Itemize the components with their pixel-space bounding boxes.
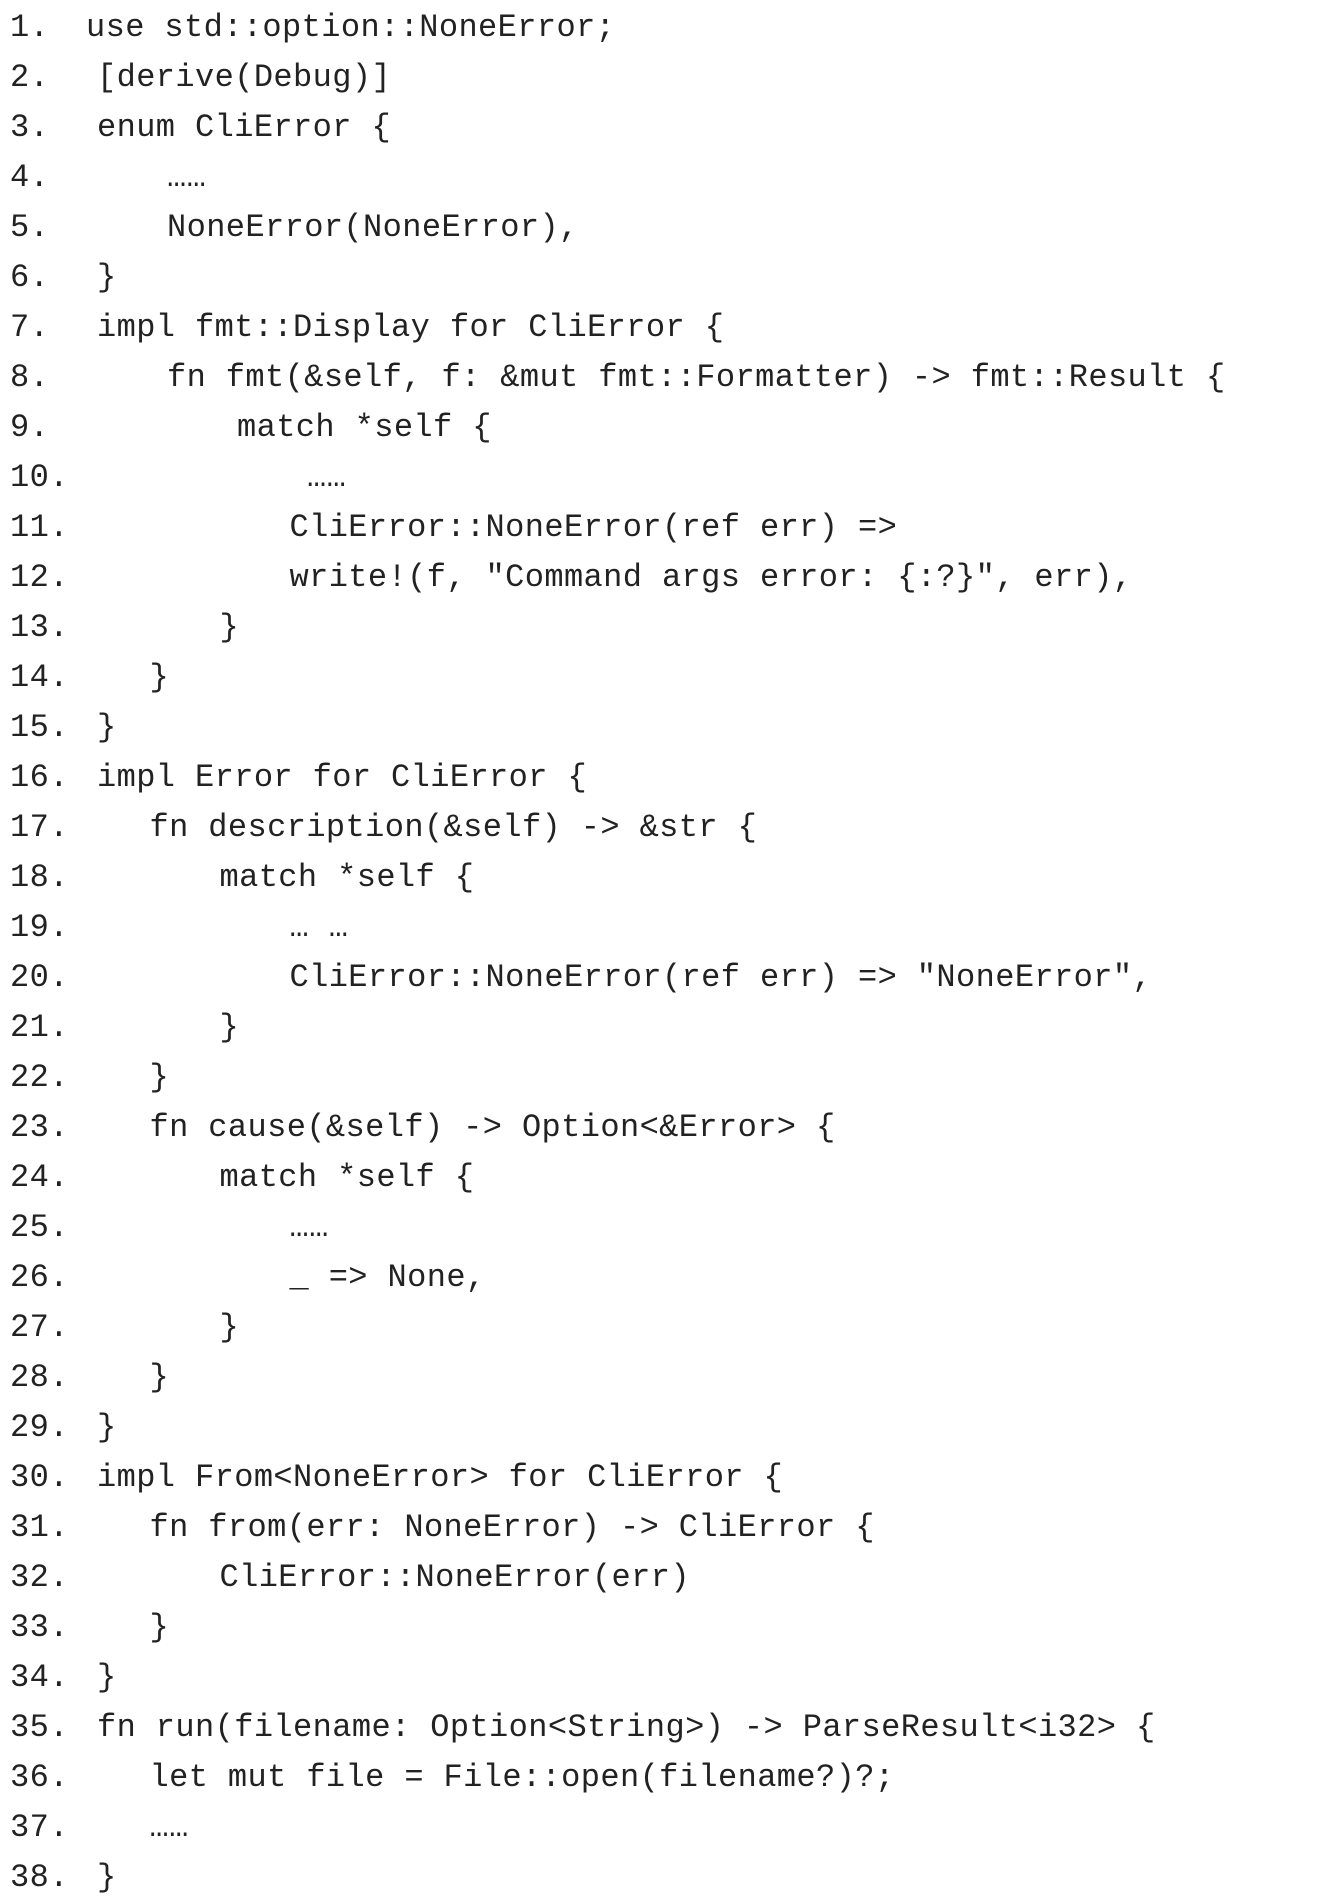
line-number: 12. xyxy=(10,559,69,596)
line-number: 24. xyxy=(10,1159,69,1196)
line-number: 25. xyxy=(10,1209,69,1246)
line-number: 16. xyxy=(10,759,69,796)
line-code: } xyxy=(97,709,117,746)
line-code: } xyxy=(219,609,240,646)
line-code: CliError::NoneError(ref err) => xyxy=(289,509,898,546)
line-code: fn fmt(&self, f: &mut fmt::Formatter) ->… xyxy=(167,359,1226,396)
line-code: } xyxy=(149,1059,170,1096)
line-number: 34. xyxy=(10,1659,69,1696)
line-number: 31. xyxy=(10,1509,69,1546)
line-code: match *self { xyxy=(237,409,492,446)
line-code: } xyxy=(149,1609,170,1646)
line-number: 14. xyxy=(10,659,69,696)
line-number: 10. xyxy=(10,459,69,496)
line-number: 8. xyxy=(10,359,50,396)
line-code: } xyxy=(97,259,117,296)
line-code: …… xyxy=(149,1809,189,1846)
line-code: impl Error for CliError { xyxy=(97,759,588,796)
line-number: 32. xyxy=(10,1559,69,1596)
line-number: 28. xyxy=(10,1359,69,1396)
line-code: } xyxy=(219,1309,240,1346)
line-number: 33. xyxy=(10,1609,69,1646)
line-code: } xyxy=(97,1659,117,1696)
line-number: 19. xyxy=(10,909,69,946)
line-number: 23. xyxy=(10,1109,69,1146)
line-code: fn run(filename: Option<String>) -> Pars… xyxy=(97,1709,1156,1746)
line-code: fn description(&self) -> &str { xyxy=(149,809,758,846)
line-code: CliError::NoneError(err) xyxy=(219,1559,690,1596)
line-code: write!(f, "Command args error: {:?}", er… xyxy=(289,559,1133,596)
line-number: 4. xyxy=(10,159,50,196)
line-code: …… xyxy=(289,1209,329,1246)
line-code: } xyxy=(149,659,170,696)
line-code: …… xyxy=(307,459,347,496)
line-code: match *self { xyxy=(219,859,475,896)
line-number: 3. xyxy=(10,109,50,146)
line-number: 17. xyxy=(10,809,69,846)
line-number: 11. xyxy=(10,509,69,546)
line-number: 5. xyxy=(10,209,50,246)
line-code: use std::option::NoneError; xyxy=(86,9,616,46)
line-code: impl fmt::Display for CliError { xyxy=(97,309,725,346)
line-number: 37. xyxy=(10,1809,69,1846)
line-number: 6. xyxy=(10,259,50,296)
line-number: 9. xyxy=(10,409,50,446)
line-code: match *self { xyxy=(219,1159,475,1196)
line-code: let mut file = File::open(filename?)?; xyxy=(149,1759,895,1796)
line-number: 38. xyxy=(10,1859,69,1896)
line-code: impl From<NoneError> for CliError { xyxy=(97,1459,784,1496)
line-code: _ => None, xyxy=(289,1259,486,1296)
line-number: 2. xyxy=(10,59,50,96)
line-code: … … xyxy=(289,909,349,946)
line-number: 27. xyxy=(10,1309,69,1346)
line-number: 26. xyxy=(10,1259,69,1296)
line-number: 20. xyxy=(10,959,69,996)
line-number: 22. xyxy=(10,1059,69,1096)
line-number: 36. xyxy=(10,1759,69,1796)
line-number: 35. xyxy=(10,1709,69,1746)
line-number: 18. xyxy=(10,859,69,896)
line-code: } xyxy=(97,1409,117,1446)
line-code: CliError::NoneError(ref err) => "NoneErr… xyxy=(289,959,1153,996)
code-listing: 1. use std::option::NoneError;2. [derive(D… xyxy=(0,0,1323,1901)
line-code: enum CliError { xyxy=(97,109,392,146)
line-number: 15. xyxy=(10,709,69,746)
line-code: …… xyxy=(167,159,207,196)
line-code: fn from(err: NoneError) -> CliError { xyxy=(149,1509,875,1546)
line-number: 7. xyxy=(10,309,50,346)
line-number: 1. xyxy=(10,9,50,46)
line-number: 13. xyxy=(10,609,69,646)
line-number: 30. xyxy=(10,1459,69,1496)
line-number: 29. xyxy=(10,1409,69,1446)
line-code: NoneError(NoneError), xyxy=(167,209,579,246)
line-code: [derive(Debug)] xyxy=(97,59,392,96)
line-code: fn cause(&self) -> Option<&Error> { xyxy=(149,1109,836,1146)
line-code: } xyxy=(97,1859,117,1896)
line-code: } xyxy=(219,1009,240,1046)
line-number: 21. xyxy=(10,1009,69,1046)
line-code: } xyxy=(149,1359,170,1396)
